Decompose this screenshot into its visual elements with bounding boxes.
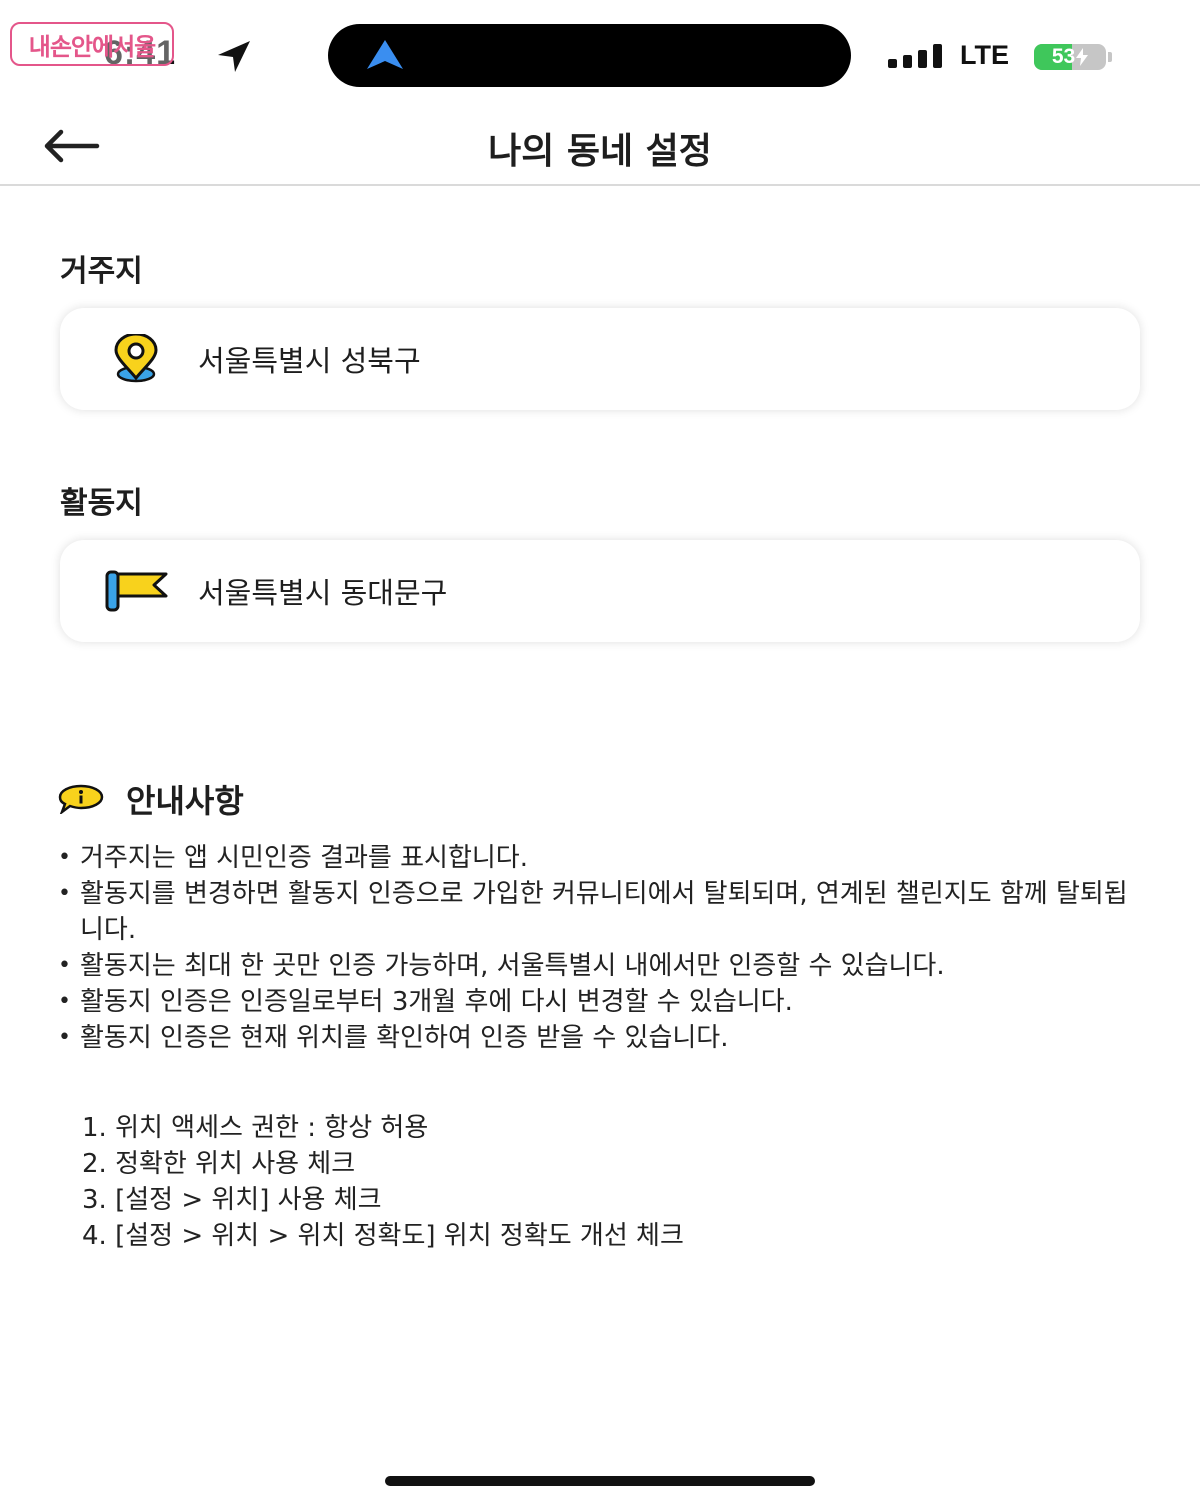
location-steps-list: 1. 위치 액세스 권한 : 항상 허용 2. 정확한 위치 사용 체크 3. … bbox=[82, 1110, 684, 1254]
step-item: 2. 정확한 위치 사용 체크 bbox=[82, 1149, 356, 1179]
page-title: 나의 동네 설정 bbox=[488, 131, 712, 172]
notice-item: 활동지 인증은 현재 위치를 확인하여 인증 받을 수 있습니다. bbox=[58, 1020, 1148, 1056]
battery-indicator: 53 bbox=[1034, 44, 1106, 70]
activity-value: 서울특별시 동대문구 bbox=[198, 576, 448, 610]
activity-card[interactable]: 서울특별시 동대문구 bbox=[60, 540, 1140, 642]
app-header: 나의 동네 설정 bbox=[0, 100, 1200, 186]
notice-item: 활동지 인증은 인증일로부터 3개월 후에 다시 변경할 수 있습니다. bbox=[58, 984, 1148, 1020]
navigation-arrow-icon bbox=[367, 40, 403, 69]
residence-value: 서울특별시 성북구 bbox=[198, 344, 421, 378]
step-item: 1. 위치 액세스 권한 : 항상 허용 bbox=[82, 1113, 429, 1143]
signal-strength-icon bbox=[888, 44, 942, 68]
battery-percent: 53 bbox=[1051, 45, 1076, 68]
activity-label: 활동지 bbox=[60, 486, 143, 521]
watermark-logo: 내손안에서울 bbox=[10, 22, 174, 66]
residence-label: 거주지 bbox=[60, 254, 143, 289]
charging-bolt-icon bbox=[1076, 48, 1089, 66]
step-item: 3. [설정 > 위치] 사용 체크 bbox=[82, 1185, 382, 1215]
battery-cap bbox=[1108, 52, 1112, 62]
location-pin-icon bbox=[104, 333, 168, 385]
notice-item: 거주지는 앱 시민인증 결과를 표시합니다. bbox=[58, 840, 1148, 876]
location-services-icon bbox=[218, 41, 250, 72]
notice-item: 활동지는 최대 한 곳만 인증 가능하며, 서울특별시 내에서만 인증할 수 있… bbox=[58, 948, 1148, 984]
notice-item: 활동지를 변경하면 활동지 인증으로 가입한 커뮤니티에서 탈퇴되며, 연계된 … bbox=[58, 876, 1148, 948]
flag-icon bbox=[104, 565, 168, 617]
notice-header: 안내사항 bbox=[58, 776, 244, 822]
step-item: 4. [설정 > 위치 > 위치 정확도] 위치 정확도 개선 체크 bbox=[82, 1221, 684, 1251]
notice-title: 안내사항 bbox=[126, 782, 244, 820]
info-bubble-icon bbox=[58, 784, 104, 814]
dynamic-island bbox=[328, 24, 851, 87]
residence-card: 서울특별시 성북구 bbox=[60, 308, 1140, 410]
network-type: LTE bbox=[960, 40, 1009, 70]
home-indicator[interactable] bbox=[385, 1476, 815, 1486]
notice-list: 거주지는 앱 시민인증 결과를 표시합니다. 활동지를 변경하면 활동지 인증으… bbox=[58, 840, 1148, 1056]
